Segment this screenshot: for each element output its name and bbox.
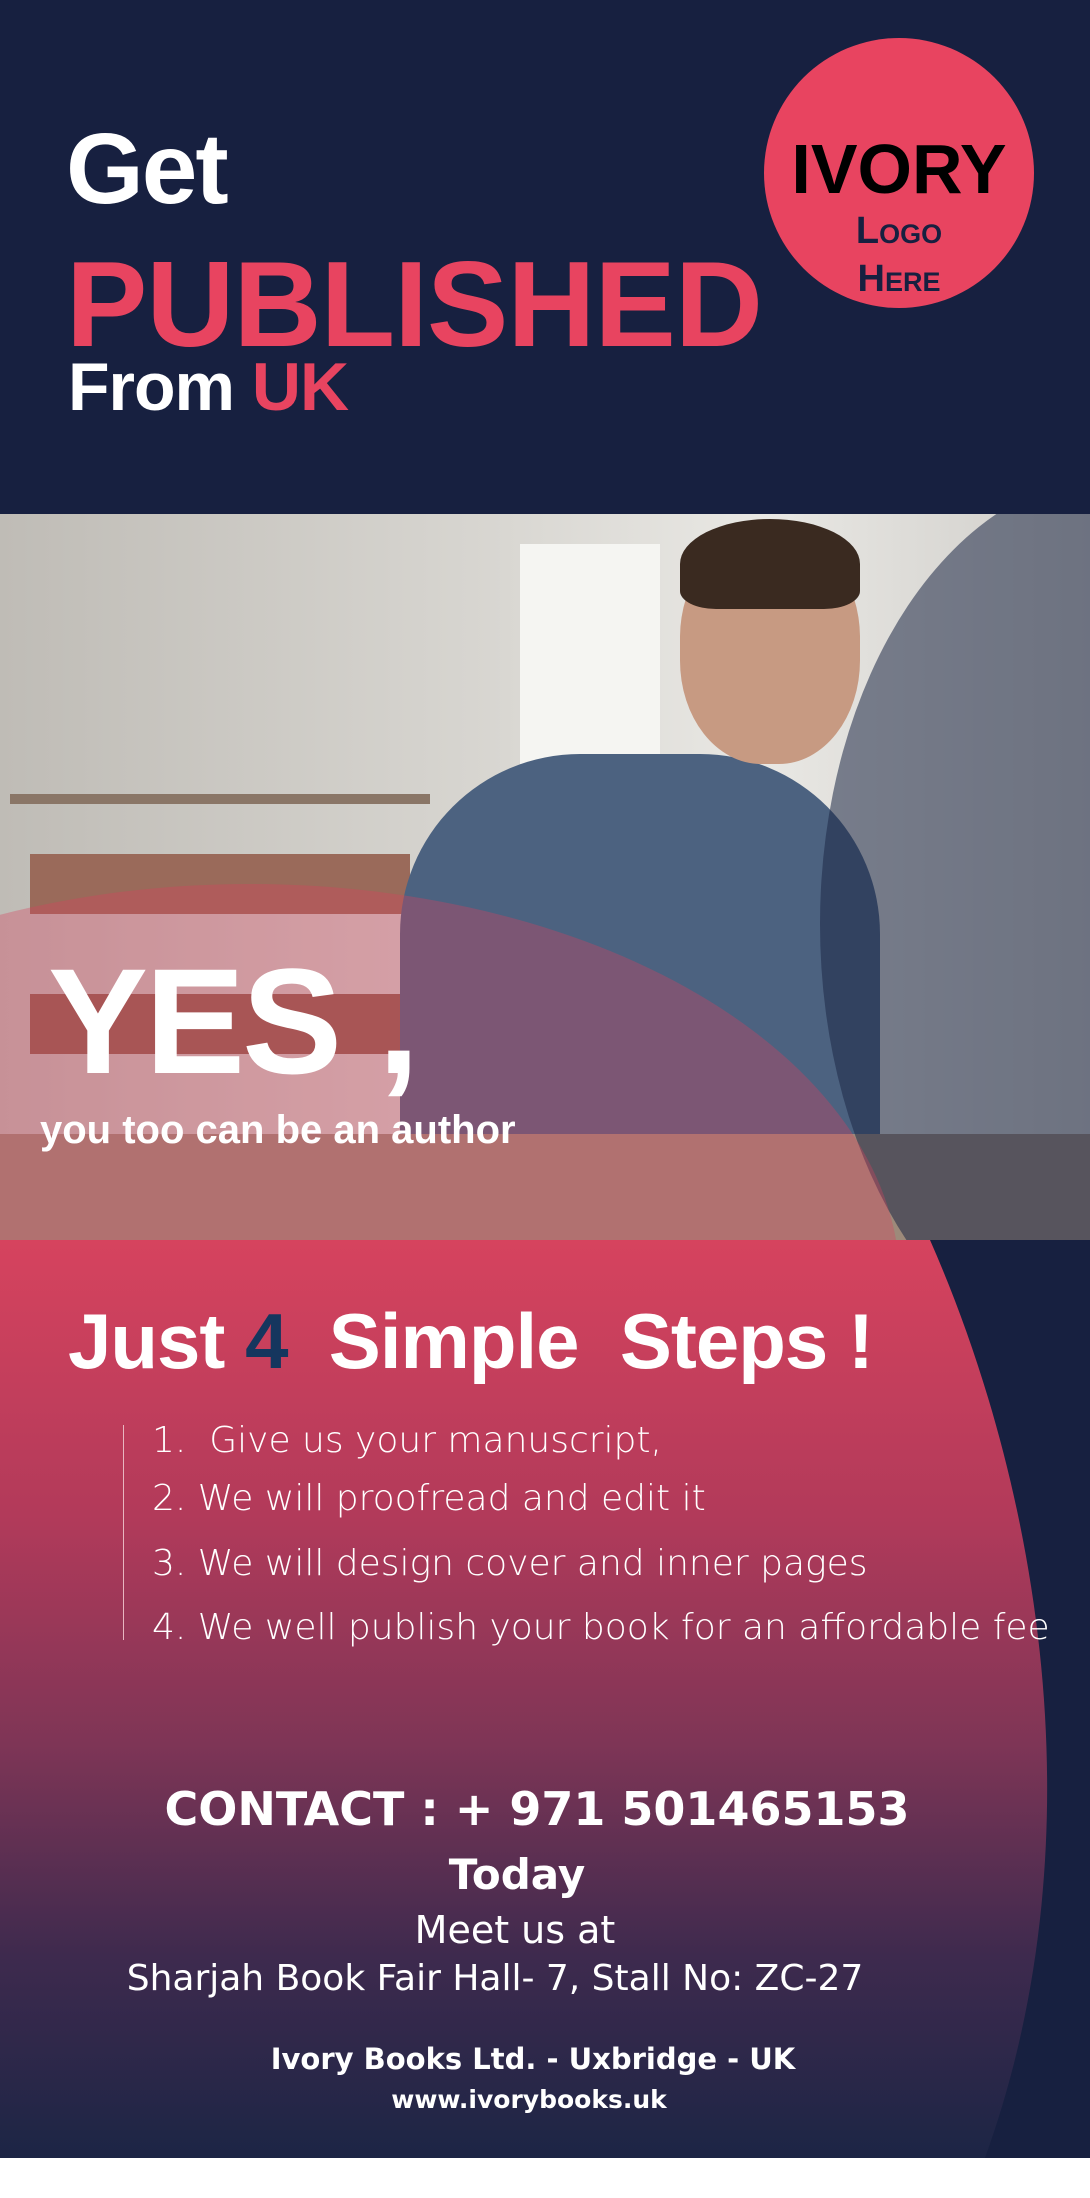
step-item: 2. We will proofread and edit it xyxy=(152,1478,706,1519)
navy-side-curve xyxy=(930,1240,1090,2158)
title-just: Just xyxy=(68,1297,246,1385)
website-link[interactable]: www.ivorybooks.uk xyxy=(0,2085,1074,2114)
navy-curve-overlay xyxy=(820,514,1090,1240)
window xyxy=(520,544,660,764)
steps-title: Just 4 Simple Steps ! xyxy=(68,1296,874,1387)
headline-get: Get xyxy=(66,113,229,225)
title-number: 4 xyxy=(245,1297,288,1385)
person-hair xyxy=(680,519,860,609)
logo-placeholder: IVORY Logo Here xyxy=(764,38,1034,308)
contact-phone: CONTACT : + 971 501465153 xyxy=(164,1782,910,1836)
steps-divider xyxy=(123,1425,124,1640)
company-text: Ivory Books Ltd. - Uxbridge - UK xyxy=(270,2042,796,2076)
bookshelf xyxy=(10,794,430,804)
logo-line-1: Logo xyxy=(855,210,943,252)
tagline: you too can be an author xyxy=(40,1108,516,1152)
step-item: 3. We will design cover and inner pages xyxy=(152,1543,868,1584)
venue-text: Sharjah Book Fair Hall- 7, Stall No: ZC-… xyxy=(126,1958,864,1999)
step-item: 1. Give us your manuscript, xyxy=(152,1420,662,1461)
title-rest: Simple Steps ! xyxy=(287,1297,874,1385)
yes-headline: YES , xyxy=(48,937,419,1105)
step-item: 4. We well publish your book for an affo… xyxy=(152,1607,1050,1648)
headline-from-uk: From UK xyxy=(68,348,349,426)
from-text: From xyxy=(68,349,235,425)
contact-today: Today xyxy=(448,1850,586,1899)
logo-brand: IVORY xyxy=(791,130,1007,208)
logo-line-2: Here xyxy=(857,257,941,300)
uk-text: UK xyxy=(251,349,349,425)
meet-us-text: Meet us at xyxy=(414,1908,616,1952)
